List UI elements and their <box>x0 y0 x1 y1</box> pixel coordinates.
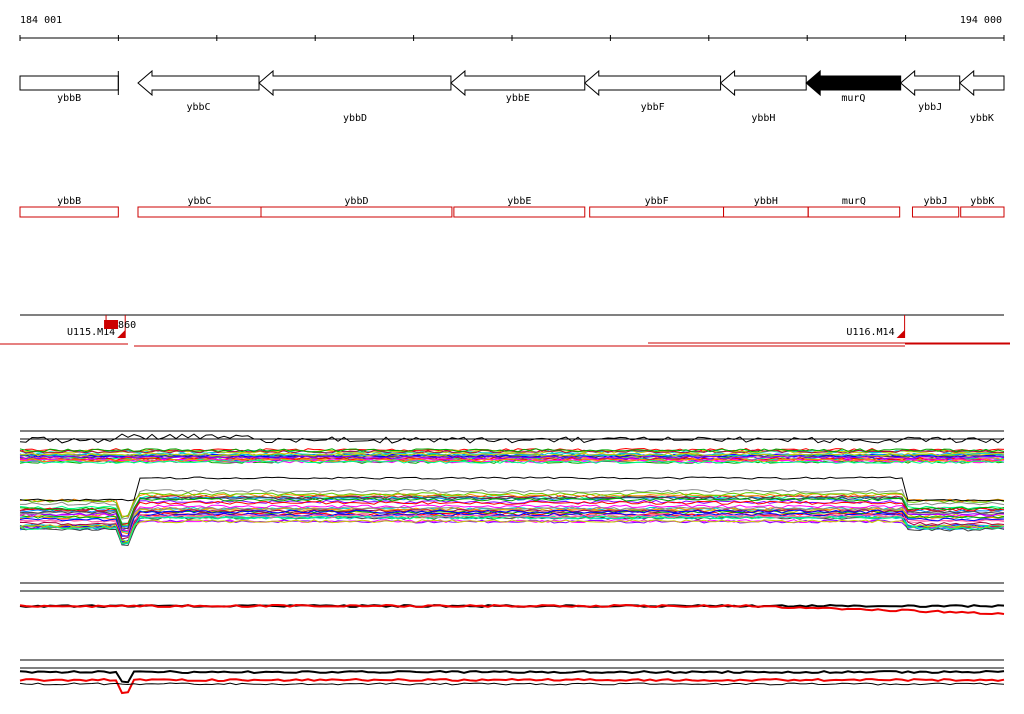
gene-box-label: ybbF <box>645 196 669 207</box>
ratio-line <box>19 677 1005 695</box>
gene-arrow-ybbH[interactable] <box>719 69 807 97</box>
ratio-line <box>19 682 1005 686</box>
gene-box-label: ybbK <box>970 196 994 207</box>
gene-arrow-label: ybbC <box>186 102 210 113</box>
gene-box-track: ybbB ybbC ybbD ybbE ybbF ybbH murQ ybbJ ybbK <box>19 196 1005 218</box>
gene-arrow-ybbD[interactable] <box>258 69 452 97</box>
expression-line <box>19 519 1005 545</box>
gene-box-label: ybbH <box>754 196 778 207</box>
ratio-lines-2 <box>19 669 1005 695</box>
expression-profile-track <box>19 430 1005 547</box>
gene-arrow-ybbF[interactable] <box>584 69 722 97</box>
gene-box-label: ybbD <box>344 196 368 207</box>
gene-arrow-label: ybbE <box>506 93 530 104</box>
ratio-track-2 <box>19 659 1005 695</box>
gene-box-murQ[interactable] <box>807 206 901 218</box>
probe-items: U115.M14 U116.M14860 <box>67 315 906 338</box>
gene-box-ybbF[interactable] <box>589 206 725 218</box>
gene-arrow-label: ybbK <box>970 113 994 124</box>
probe-block-label: 860 <box>118 320 136 331</box>
gene-arrow-murQ[interactable] <box>805 69 902 97</box>
probe-track: U115.M14 U116.M14860 <box>0 314 1010 347</box>
gene-arrow-ybbC[interactable] <box>137 69 260 97</box>
gene-box-ybbB[interactable] <box>19 206 119 218</box>
probe-triangle[interactable] <box>896 330 905 338</box>
ruler-end-label: 194 000 <box>960 15 1002 26</box>
gene-arrow-label: ybbH <box>751 113 775 124</box>
gene-box-ybbH[interactable] <box>723 206 809 218</box>
gene-arrow-label: ybbF <box>641 102 665 113</box>
gene-box-ybbD[interactable] <box>260 206 453 218</box>
expression-lines <box>19 433 1005 547</box>
ruler-start-label: 184 001 <box>20 15 62 26</box>
expression-line <box>19 519 1005 545</box>
gene-box-ybbC[interactable] <box>137 206 262 218</box>
gene-arrow-ybbE[interactable] <box>450 69 586 97</box>
gene-box-ybbK[interactable] <box>960 206 1005 218</box>
probe-label: U116.M14 <box>846 327 894 338</box>
gene-arrow-label: murQ <box>841 93 865 104</box>
gene-box-label: ybbJ <box>924 196 948 207</box>
ratio-lines-1 <box>19 603 1005 616</box>
coordinate-ruler: 184 001 194 000 <box>19 15 1005 41</box>
gene-box-label: ybbE <box>507 196 531 207</box>
genome-browser-canvas: 184 001 194 000 ybbB ybbC ybbD ybbE ybbF ybbH… <box>0 15 1010 695</box>
gene-box-label: murQ <box>842 196 866 207</box>
gene-box-ybbJ[interactable] <box>911 206 960 218</box>
gene-arrow-ybbJ[interactable] <box>899 69 961 97</box>
gene-arrow-label: ybbD <box>343 113 367 124</box>
expression-line <box>19 514 1005 544</box>
gene-arrow-label: ybbJ <box>918 102 942 113</box>
gene-box-label: ybbB <box>57 196 81 207</box>
gene-arrow-ybbB[interactable] <box>19 75 119 91</box>
gene-arrow-track: ybbB ybbC ybbD ybbE ybbF ybbH murQ ybbJ ybbK <box>19 69 1005 124</box>
gene-box-label: ybbC <box>187 196 211 207</box>
ratio-track-1 <box>19 582 1005 616</box>
gene-arrow-ybbK[interactable] <box>958 69 1005 97</box>
gene-box-ybbE[interactable] <box>453 206 586 218</box>
expression-line <box>19 519 1005 543</box>
probe-block[interactable] <box>104 320 119 329</box>
probe-triangle[interactable] <box>117 330 126 338</box>
gene-arrow-label: ybbB <box>57 93 81 104</box>
